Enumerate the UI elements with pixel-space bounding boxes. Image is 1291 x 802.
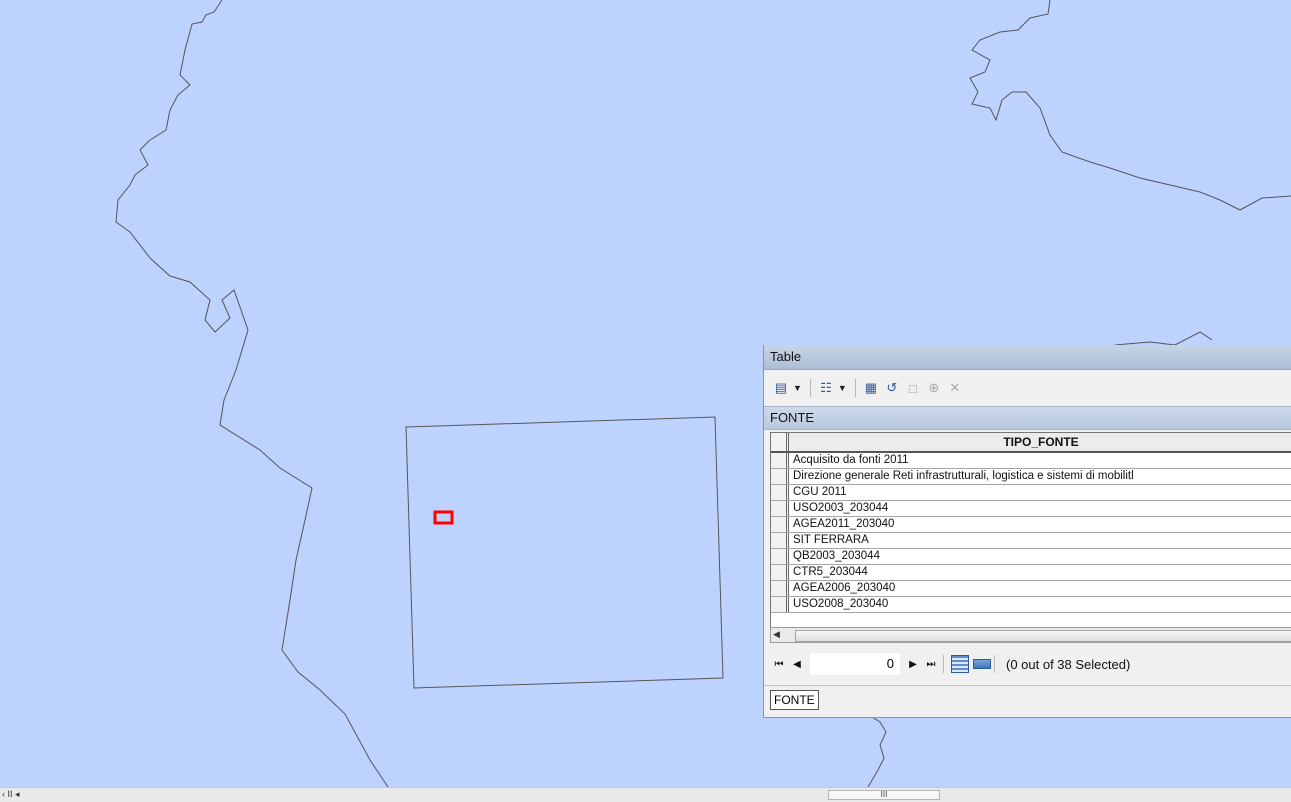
row-selector[interactable] [771,581,789,596]
record-navigation: ⏮ ◀ 0 ▶ ⏭ (0 out of 38 Selected) [770,651,1291,677]
dropdown-arrow-icon[interactable]: ▼ [793,383,802,393]
switch-selection-icon[interactable]: ↺ [883,379,901,397]
map-scroll-thumb[interactable]: III [828,790,940,800]
row-selector[interactable] [771,597,789,612]
current-record-field[interactable]: 0 [810,653,900,675]
table-row[interactable]: QB2003_203044 [771,549,1291,565]
last-record-icon[interactable]: ⏭ [922,659,940,670]
clear-selection-icon[interactable]: □ [904,379,922,397]
table-cell[interactable]: QB2003_203044 [789,549,1291,564]
row-selector[interactable] [771,469,789,484]
attribute-table-window[interactable]: Table ▤ ▼ ☷ ▼ ▦ ↺ □ ⊕ ✕ FONTE TIPO_FONTE… [763,345,1291,718]
table-row[interactable]: Direzione generale Reti infrastrutturali… [771,469,1291,485]
toolbar-separator [854,379,856,397]
coastline-top-right [969,0,1291,211]
table-cell[interactable]: USO2008_203040 [789,597,1291,612]
table-cell[interactable]: USO2003_203044 [789,501,1291,516]
table-row[interactable]: USO2008_203040 [771,597,1291,613]
row-selector[interactable] [771,517,789,532]
select-by-attributes-icon[interactable]: ▦ [862,379,880,397]
dropdown-arrow-icon[interactable]: ▼ [838,383,847,393]
table-row[interactable]: SIT FERRARA [771,533,1291,549]
table-toolbar: ▤ ▼ ☷ ▼ ▦ ↺ □ ⊕ ✕ [764,370,1291,406]
table-cell[interactable]: Acquisito da fonti 2011 [789,453,1291,468]
next-record-icon[interactable]: ▶ [904,659,922,670]
table-row[interactable]: CTR5_203044 [771,565,1291,581]
table-cell[interactable]: SIT FERRARA [789,533,1291,548]
extent-rectangle [405,416,724,689]
table-row[interactable]: AGEA2011_203040 [771,517,1291,533]
selected-feature-marker [433,510,454,525]
grid-header-row: TIPO_FONTE [771,433,1291,453]
select-all-cell[interactable] [771,433,789,451]
first-record-icon[interactable]: ⏮ [770,659,788,670]
boundary-line-left [115,0,389,787]
table-cell[interactable]: AGEA2006_203040 [789,581,1291,596]
toolbar-separator [994,655,995,673]
row-selector[interactable] [771,565,789,580]
selection-status: (0 out of 38 Selected) [1006,656,1131,672]
row-selector[interactable] [771,453,789,468]
table-cell[interactable]: CGU 2011 [789,485,1291,500]
related-tables-icon[interactable]: ☷ [817,379,835,397]
row-selector[interactable] [771,549,789,564]
table-window-title: Table [764,345,1291,370]
table-tab-strip: FONTE [764,685,1291,712]
tab-fonte[interactable]: FONTE [770,690,819,710]
attribute-grid[interactable]: TIPO_FONTE Acquisito da fonti 2011 Direz… [770,432,1291,629]
table-row[interactable]: Acquisito da fonti 2011 [771,453,1291,469]
row-selector[interactable] [771,501,789,516]
table-row[interactable]: AGEA2006_203040 [771,581,1291,597]
grid-horizontal-scrollbar[interactable]: ◀ [770,627,1291,643]
row-selector[interactable] [771,533,789,548]
show-all-records-icon[interactable] [951,655,969,673]
table-row[interactable]: CGU 2011 [771,485,1291,501]
previous-record-icon[interactable]: ◀ [788,659,806,670]
grid-rows: Acquisito da fonti 2011 Direzione genera… [771,453,1291,613]
row-selector[interactable] [771,485,789,500]
table-cell[interactable]: AGEA2011_203040 [789,517,1291,532]
zoom-to-selected-icon[interactable]: ⊕ [925,379,943,397]
layout-view-controls[interactable]: ‹ II ◂ [2,789,20,800]
status-bar: ‹ II ◂ III [0,787,1291,802]
scroll-left-icon[interactable]: ◀ [773,629,780,640]
scroll-thumb[interactable] [795,630,1291,642]
table-name-header: FONTE [764,406,1291,430]
delete-selected-icon[interactable]: ✕ [946,379,964,397]
river-bottom-right [867,716,887,787]
toolbar-separator [943,655,944,673]
coastline-fragment [1114,331,1213,346]
table-cell[interactable]: CTR5_203044 [789,565,1291,580]
table-cell[interactable]: Direzione generale Reti infrastrutturali… [789,469,1291,484]
table-row[interactable]: USO2003_203044 [771,501,1291,517]
table-options-icon[interactable]: ▤ [772,379,790,397]
show-selected-records-icon[interactable] [973,659,991,669]
toolbar-separator [809,379,811,397]
column-header-tipo-fonte[interactable]: TIPO_FONTE [789,433,1291,451]
